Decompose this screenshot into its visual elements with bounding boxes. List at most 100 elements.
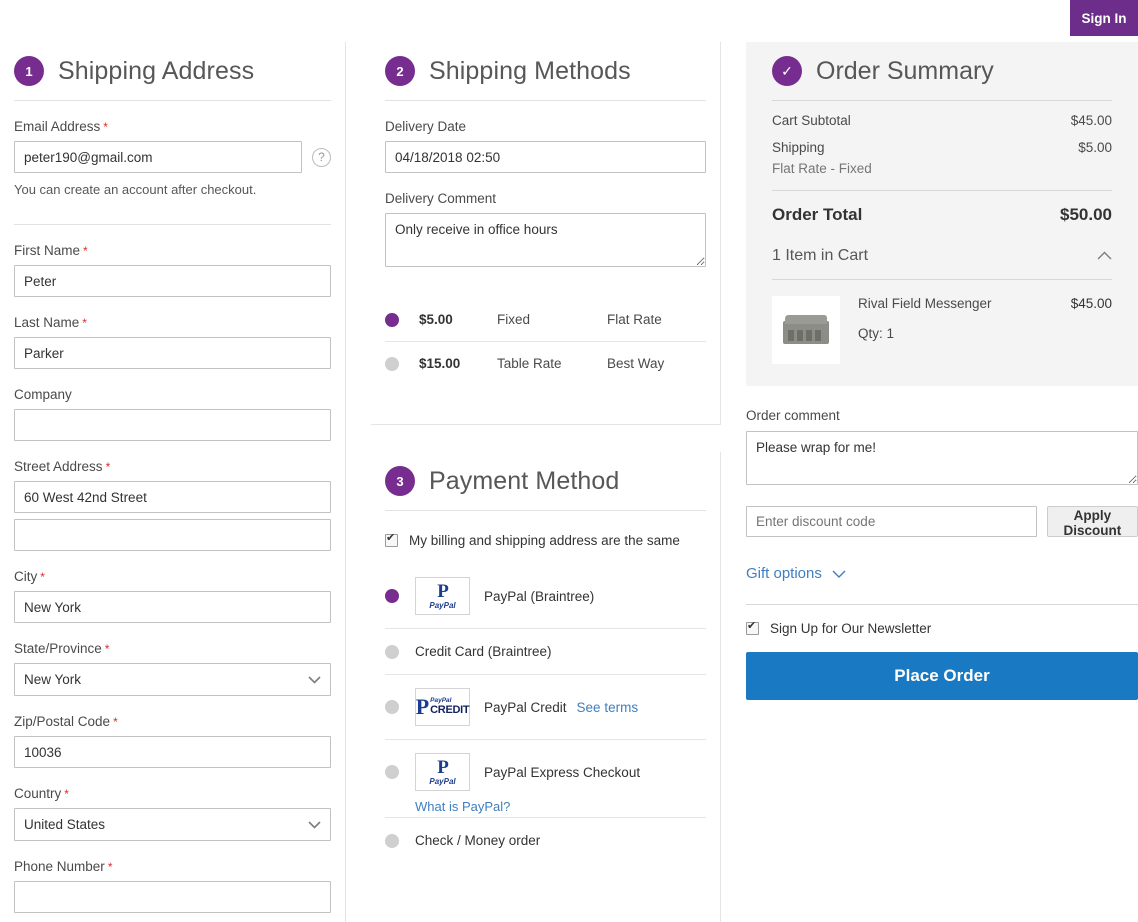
cart-item-name: Rival Field Messenger xyxy=(858,296,1071,311)
sign-in-button[interactable]: Sign In xyxy=(1070,0,1138,36)
top-bar: Sign In xyxy=(0,0,1138,36)
radio-icon[interactable] xyxy=(385,834,399,848)
shipping-address-header: 1 Shipping Address xyxy=(0,42,345,86)
shipping-price: $5.00 xyxy=(419,312,497,327)
delivery-date-field-group: Delivery Date xyxy=(371,119,720,173)
newsletter-row[interactable]: Sign Up for Our Newsletter xyxy=(746,621,1138,636)
radio-icon[interactable] xyxy=(385,313,399,327)
shipping-value: $5.00 xyxy=(1078,140,1112,155)
radio-icon[interactable] xyxy=(385,357,399,371)
radio-icon[interactable] xyxy=(385,589,399,603)
billing-same-checkbox[interactable] xyxy=(385,534,398,547)
payment-option-paypal-braintree[interactable]: P PayPal PayPal (Braintree) xyxy=(385,564,706,628)
radio-icon[interactable] xyxy=(385,765,399,779)
required-asterisk: * xyxy=(108,860,113,874)
payment-option-credit-card-braintree[interactable]: Credit Card (Braintree) xyxy=(385,628,706,674)
shipping-address-title: Shipping Address xyxy=(58,57,254,86)
company-label: Company xyxy=(14,387,331,402)
street-label: Street Address* xyxy=(14,459,331,474)
shipping-method-row[interactable]: $15.00 Table Rate Best Way xyxy=(385,341,706,385)
items-in-cart-toggle[interactable]: 1 Item in Cart xyxy=(772,247,1112,265)
payment-option-label: PayPal Credit xyxy=(484,700,567,715)
zip-input[interactable] xyxy=(14,736,331,768)
check-badge-icon: ✓ xyxy=(772,56,802,86)
cart-item-details: Rival Field Messenger Qty: 1 xyxy=(858,296,1071,341)
divider xyxy=(746,604,1138,605)
email-input[interactable] xyxy=(14,141,302,173)
chevron-up-icon[interactable] xyxy=(1097,247,1112,265)
divider xyxy=(772,190,1112,191)
what-is-paypal-link[interactable]: What is PayPal? xyxy=(415,799,510,814)
step-badge-3: 3 xyxy=(385,466,415,496)
discount-code-input[interactable] xyxy=(746,506,1037,537)
see-terms-link[interactable]: See terms xyxy=(577,700,639,715)
shipping-price: $15.00 xyxy=(419,356,497,371)
city-label: City* xyxy=(14,569,331,584)
country-label: Country* xyxy=(14,786,331,801)
city-input[interactable] xyxy=(14,591,331,623)
shipping-row: Shipping $5.00 xyxy=(772,140,1112,155)
cart-item-row: Rival Field Messenger Qty: 1 $45.00 xyxy=(772,296,1112,364)
company-input[interactable] xyxy=(14,409,331,441)
city-label-text: City xyxy=(14,569,37,584)
delivery-date-input[interactable] xyxy=(385,141,706,173)
product-thumbnail xyxy=(772,296,840,364)
required-asterisk: * xyxy=(103,120,108,134)
street-field-group: Street Address* xyxy=(0,459,345,551)
items-in-cart-label: 1 Item in Cart xyxy=(772,247,868,265)
order-total-label: Order Total xyxy=(772,205,862,225)
paypal-credit-wordmark: PayPal CREDIT xyxy=(430,698,469,716)
place-order-button[interactable]: Place Order xyxy=(746,652,1138,700)
order-summary-header: ✓ Order Summary xyxy=(772,56,1112,86)
first-name-field-group: First Name* xyxy=(0,243,345,297)
last-name-field-group: Last Name* xyxy=(0,315,345,369)
radio-icon[interactable] xyxy=(385,645,399,659)
city-field-group: City* xyxy=(0,569,345,623)
required-asterisk: * xyxy=(113,715,118,729)
payment-option-check-money-order[interactable]: Check / Money order xyxy=(385,817,706,863)
state-select-wrap xyxy=(14,663,331,696)
shipping-label: Shipping xyxy=(772,140,825,155)
email-field-group: Email Address* ? You can create an accou… xyxy=(0,119,345,197)
apply-discount-button[interactable]: Apply Discount xyxy=(1047,506,1138,537)
payment-option-paypal-credit[interactable]: P PayPal CREDIT PayPal Credit See terms xyxy=(385,674,706,739)
payment-option-paypal-express[interactable]: P PayPal PayPal Express Checkout What is… xyxy=(385,739,706,817)
billing-same-as-shipping-row[interactable]: My billing and shipping address are the … xyxy=(371,533,720,548)
street-input-line-1[interactable] xyxy=(14,481,331,513)
country-select[interactable] xyxy=(14,808,331,841)
shipping-method-name: Table Rate xyxy=(497,356,607,371)
payment-method-header: 3 Payment Method xyxy=(371,452,720,496)
divider xyxy=(772,100,1112,101)
order-comment-textarea[interactable] xyxy=(746,431,1138,485)
shipping-method-row[interactable]: $5.00 Fixed Flat Rate xyxy=(385,298,706,341)
paypal-p-glyph: P xyxy=(437,758,448,777)
newsletter-label: Sign Up for Our Newsletter xyxy=(770,621,931,636)
shipping-address-panel: 1 Shipping Address Email Address* ? You … xyxy=(0,42,346,922)
divider xyxy=(772,279,1112,280)
radio-icon[interactable] xyxy=(385,700,399,714)
shipping-method-name: Fixed xyxy=(497,312,607,327)
order-total-row: Order Total $50.00 xyxy=(772,205,1112,225)
phone-input[interactable] xyxy=(14,881,331,913)
newsletter-checkbox[interactable] xyxy=(746,622,759,635)
first-name-label: First Name* xyxy=(14,243,331,258)
paypal-logo-icon: P PayPal xyxy=(415,577,470,615)
order-total-value: $50.00 xyxy=(1060,205,1112,225)
paypal-p-glyph: P xyxy=(437,582,448,601)
chevron-down-icon[interactable] xyxy=(832,565,846,582)
help-icon[interactable]: ? xyxy=(312,148,331,167)
delivery-comment-textarea[interactable] xyxy=(385,213,706,267)
country-field-group: Country* xyxy=(0,786,345,841)
street-input-line-2[interactable] xyxy=(14,519,331,551)
payment-method-panel: 3 Payment Method My billing and shipping… xyxy=(371,452,721,922)
gift-options-toggle[interactable]: Gift options xyxy=(746,565,1138,582)
discount-row: Apply Discount xyxy=(746,506,1138,537)
cart-subtotal-label: Cart Subtotal xyxy=(772,113,851,128)
shipping-methods-panel: 2 Shipping Methods Delivery Date Deliver… xyxy=(371,42,721,425)
state-select[interactable] xyxy=(14,663,331,696)
step-badge-2: 2 xyxy=(385,56,415,86)
first-name-input[interactable] xyxy=(14,265,331,297)
state-label: State/Province* xyxy=(14,641,331,656)
email-input-row: ? xyxy=(14,141,331,173)
last-name-input[interactable] xyxy=(14,337,331,369)
